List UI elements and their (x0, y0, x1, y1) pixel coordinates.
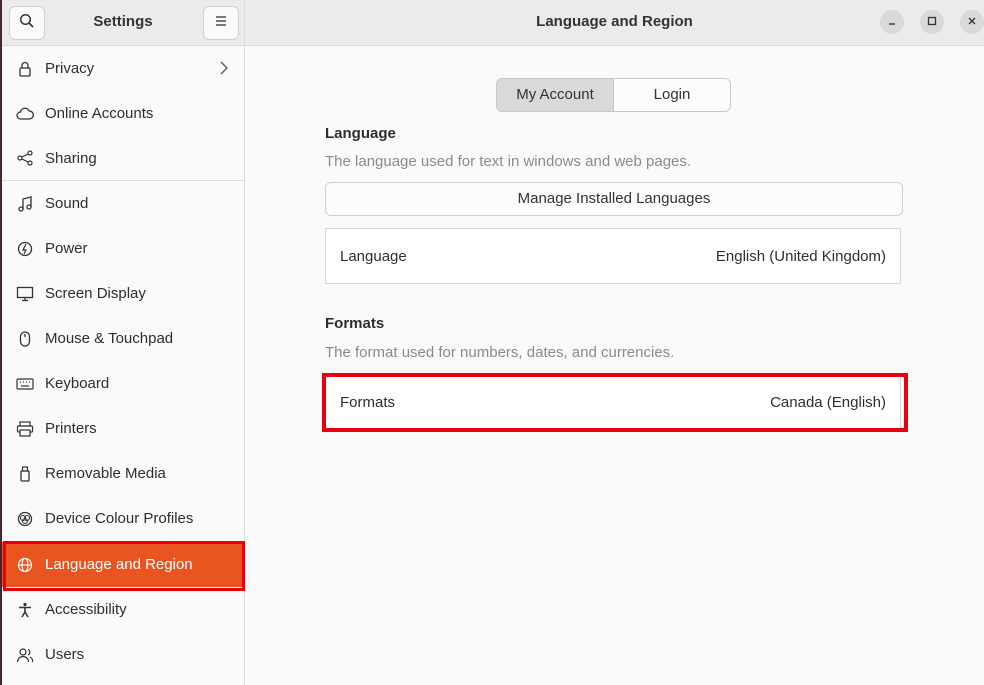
account-tabs: My Account Login Screen (496, 78, 731, 112)
sidebar-item-label: Keyboard (45, 375, 110, 392)
sidebar-item-screen-display[interactable]: Screen Display (2, 271, 244, 316)
power-icon (16, 240, 34, 258)
globe-icon (16, 556, 34, 574)
sidebar-item-keyboard[interactable]: Keyboard (2, 361, 244, 406)
printer-icon (16, 420, 34, 438)
sidebar-item-accessibility[interactable]: Accessibility (2, 587, 244, 632)
sidebar-list: Privacy Online Accounts Sharing Sound Po… (2, 46, 244, 677)
search-button[interactable] (9, 6, 45, 40)
language-row[interactable]: Language English (United Kingdom) (325, 228, 901, 284)
sidebar-item-label: Device Colour Profiles (45, 510, 194, 527)
language-section-description: The language used for text in windows an… (325, 153, 692, 170)
accessibility-icon (16, 601, 34, 619)
sidebar-item-privacy[interactable]: Privacy (2, 46, 244, 91)
formats-section-title: Formats (325, 315, 385, 332)
sidebar-item-printers[interactable]: Printers (2, 406, 244, 451)
sidebar-item-mouse-touchpad[interactable]: Mouse & Touchpad (2, 316, 244, 361)
formats-row[interactable]: Formats Canada (English) (325, 376, 901, 429)
language-row-label: Language (340, 247, 407, 265)
sidebar-item-sharing[interactable]: Sharing (2, 136, 244, 181)
tab-my-account[interactable]: My Account (497, 79, 614, 111)
display-icon (16, 285, 34, 303)
minimize-button[interactable] (880, 10, 904, 34)
sidebar-item-label: Users (45, 646, 85, 663)
sidebar-item-label: Language and Region (45, 556, 193, 573)
chevron-right-icon (220, 61, 228, 79)
sidebar-item-label: Accessibility (45, 601, 127, 618)
sidebar-item-label: Sound (45, 195, 89, 212)
settings-window: Settings Privacy Online Accounts Sharing (2, 0, 984, 685)
sidebar-item-online-accounts[interactable]: Online Accounts (2, 91, 244, 136)
language-section-title: Language (325, 125, 396, 142)
manage-installed-languages-button[interactable]: Manage Installed Languages (325, 182, 903, 216)
sidebar-item-label: Printers (45, 420, 97, 437)
formats-section-description: The format used for numbers, dates, and … (325, 344, 675, 361)
sidebar: Settings Privacy Online Accounts Sharing (2, 0, 245, 685)
page-title: Language and Region (536, 13, 693, 30)
music-note-icon (16, 195, 34, 213)
sidebar-item-users[interactable]: Users (2, 632, 244, 677)
sidebar-item-label: Removable Media (45, 465, 166, 482)
sidebar-item-label: Mouse & Touchpad (45, 330, 174, 347)
sidebar-item-device-colour-profiles[interactable]: Device Colour Profiles (2, 496, 244, 541)
hamburger-menu-icon (214, 14, 228, 32)
minimize-icon (887, 13, 897, 31)
keyboard-icon (16, 375, 34, 393)
lock-icon (16, 60, 34, 78)
search-icon (19, 13, 35, 34)
formats-row-value: Canada (English) (770, 394, 886, 411)
maximize-button[interactable] (920, 10, 944, 34)
close-icon (967, 13, 977, 31)
menu-button[interactable] (203, 6, 239, 40)
color-profile-icon (16, 510, 34, 528)
formats-row-label: Formats (340, 394, 396, 411)
usb-drive-icon (16, 465, 34, 483)
share-icon (16, 149, 34, 167)
close-button[interactable] (960, 10, 984, 34)
sidebar-item-label: Power (45, 240, 88, 257)
sidebar-item-power[interactable]: Power (2, 226, 244, 271)
sidebar-item-removable-media[interactable]: Removable Media (2, 451, 244, 496)
sidebar-header: Settings (2, 0, 244, 46)
sidebar-title: Settings (93, 13, 153, 30)
sidebar-item-sound[interactable]: Sound (2, 181, 244, 226)
users-icon (16, 646, 34, 664)
language-row-value: English (United Kingdom) (715, 247, 886, 265)
sidebar-item-language-and-region[interactable]: Language and Region (2, 542, 244, 587)
sidebar-item-label: Sharing (45, 149, 97, 167)
cloud-icon (16, 105, 34, 123)
sidebar-item-label: Screen Display (45, 285, 146, 302)
maximize-icon (927, 13, 937, 31)
mouse-icon (16, 330, 34, 348)
sidebar-item-label: Online Accounts (45, 105, 154, 122)
tab-login-screen[interactable]: Login Screen (614, 79, 730, 111)
main-header: Language and Region (245, 0, 984, 46)
sidebar-item-label: Privacy (45, 60, 95, 77)
